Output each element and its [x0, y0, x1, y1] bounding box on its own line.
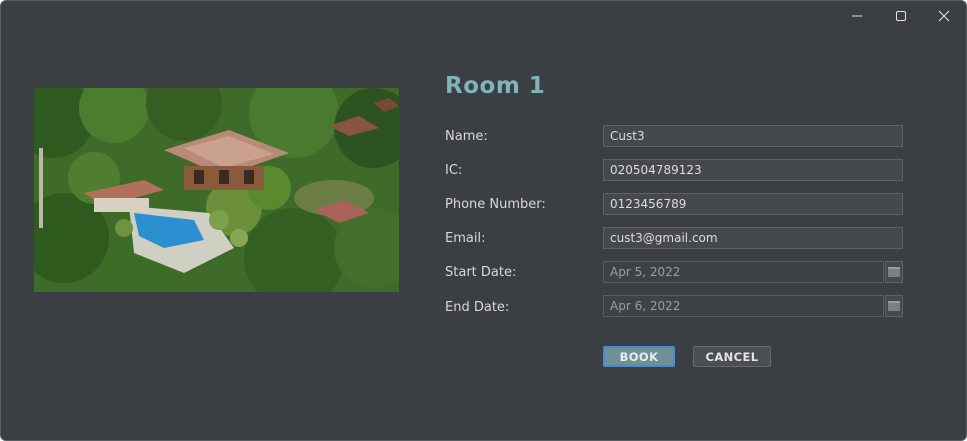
email-field[interactable]: cust3@gmail.com [603, 227, 903, 249]
calendar-icon [888, 301, 900, 311]
end-date-calendar-button[interactable] [885, 295, 903, 317]
cancel-button[interactable]: CANCEL [693, 346, 771, 367]
email-label: Email: [445, 231, 486, 246]
start-date-label: Start Date: [445, 265, 517, 280]
ic-field[interactable]: 020504789123 [603, 159, 903, 181]
name-field[interactable]: Cust3 [603, 125, 903, 147]
calendar-icon [888, 267, 900, 277]
ic-label: IC: [445, 163, 463, 178]
close-icon [938, 10, 950, 22]
book-button[interactable]: BOOK [603, 346, 675, 367]
maximize-icon [896, 11, 906, 21]
title-bar [1, 1, 966, 31]
end-date-label: End Date: [445, 300, 510, 315]
name-label: Name: [445, 129, 488, 144]
start-date-field[interactable]: Apr 5, 2022 [603, 261, 884, 283]
room-photo [34, 88, 399, 292]
booking-window: Room 1 Name: Cust3 IC: 020504789123 Phon… [0, 0, 967, 441]
minimize-button[interactable] [835, 1, 879, 31]
villa-aerial-image [34, 88, 399, 292]
maximize-button[interactable] [879, 1, 923, 31]
start-date-calendar-button[interactable] [885, 261, 903, 283]
phone-number-label: Phone Number: [445, 197, 546, 212]
end-date-field[interactable]: Apr 6, 2022 [603, 295, 884, 317]
phone-number-field[interactable]: 0123456789 [603, 193, 903, 215]
close-button[interactable] [922, 1, 966, 31]
minimize-icon [852, 15, 862, 17]
room-title: Room 1 [445, 73, 546, 99]
